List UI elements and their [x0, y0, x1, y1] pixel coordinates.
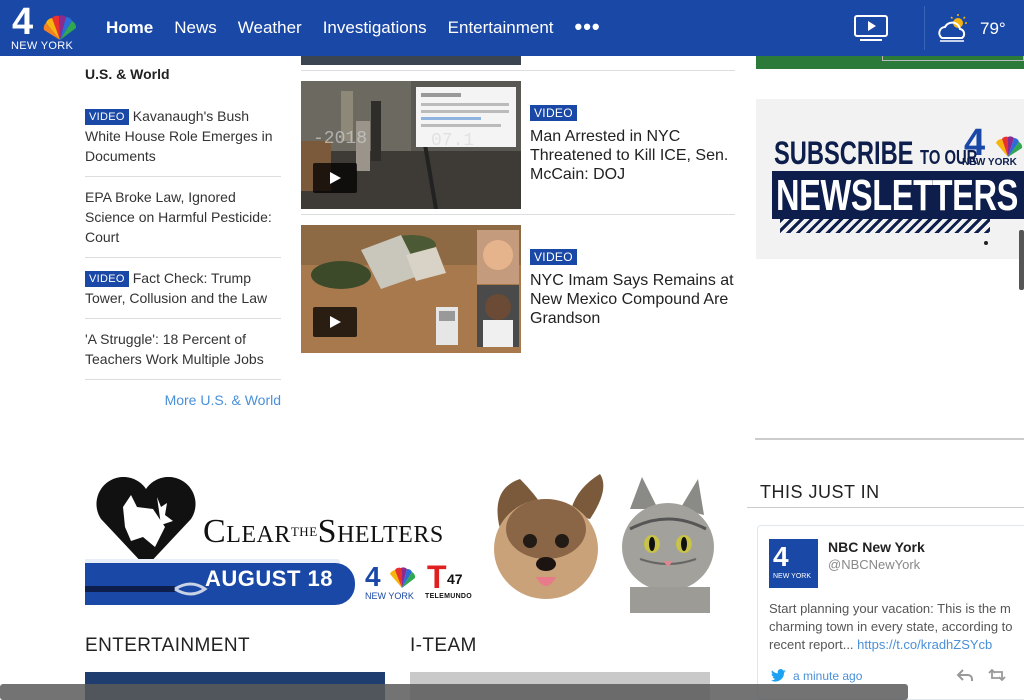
ad-subscribe-text: SUBSCRIBE TO OUR: [774, 135, 978, 171]
tweet-author[interactable]: NBC New York: [828, 539, 925, 555]
leash-icon: [85, 582, 208, 596]
video-badge: VIDEO: [85, 109, 129, 125]
avatar-number: 4: [773, 541, 789, 572]
logo-city: NEW YORK: [11, 40, 74, 52]
temperature[interactable]: 79°: [980, 19, 1006, 39]
svg-text:-2018: -2018: [313, 129, 367, 149]
section-title-us-world[interactable]: U.S. & World: [85, 66, 170, 82]
video-badge: VIDEO: [85, 271, 129, 287]
previous-story-thumbnail[interactable]: [301, 56, 521, 65]
tweet-handle[interactable]: @NBCNewYork: [828, 557, 920, 572]
telemundo-logo: T 47 TELEMUNDO: [425, 559, 475, 603]
peacock-icon: [390, 567, 416, 588]
scrollbar[interactable]: [1019, 230, 1024, 290]
section-title-entertainment[interactable]: ENTERTAINMENT: [85, 635, 250, 657]
clear-the-shelters-banner[interactable]: CLEARTHESHELTERS AUGUST 18 4 NEW YORK T …: [85, 469, 735, 613]
video-play-icon[interactable]: [854, 15, 888, 41]
nav-entertainment[interactable]: Entertainment: [448, 18, 554, 38]
newsletter-subscribe-ad[interactable]: SUBSCRIBE TO OUR 4 NEW YORK NEWSLETTERS: [756, 99, 1024, 259]
nbc4-logo: 4 NEW YORK: [365, 561, 423, 601]
tweet-text-line: recent report...: [769, 637, 854, 652]
telemundo-number: 47: [447, 571, 463, 587]
story-thumbnail[interactable]: -2018 07.1: [301, 81, 521, 209]
event-date: AUGUST 18: [205, 566, 333, 591]
page: 4 NEW YORK Home News Weather Investigati…: [0, 0, 1024, 700]
story-thumbnail[interactable]: [301, 225, 521, 353]
tweet-text-line: Start planning your vacation: This is th…: [769, 601, 1011, 616]
list-item[interactable]: VIDEO Fact Check: Trump Tower, Collusion …: [85, 268, 281, 319]
partly-cloudy-icon[interactable]: [936, 14, 970, 44]
divider: [301, 70, 735, 71]
main-nav: Home News Weather Investigations Enterta…: [106, 16, 601, 38]
list-item[interactable]: 'A Struggle': 18 Percent of Teachers Wor…: [85, 329, 281, 380]
video-badge: VIDEO: [530, 249, 577, 265]
more-dots-icon[interactable]: •••: [575, 16, 601, 38]
more-us-world-link[interactable]: More U.S. & World: [140, 392, 281, 408]
list-item[interactable]: EPA Broke Law, Ignored Science on Harmfu…: [85, 187, 281, 258]
tweet-card[interactable]: 4 NEW YORK NBC New York @NBCNewYork Star…: [757, 525, 1024, 700]
clear-the-shelters-title: CLEARTHESHELTERS: [203, 513, 444, 550]
avatar-city: NEW YORK: [773, 573, 811, 580]
divider: [301, 214, 735, 215]
story-title[interactable]: NYC Imam Says Remains at New Mexico Comp…: [530, 271, 735, 328]
nav-news[interactable]: News: [174, 18, 217, 38]
logo-number: 4: [365, 561, 381, 592]
nav-home[interactable]: Home: [106, 18, 153, 38]
top-right-ad[interactable]: [756, 56, 1024, 69]
this-just-in-title: THIS JUST IN: [760, 482, 880, 502]
us-world-story-list: VIDEO Kavanaugh's Bush White House Role E…: [85, 106, 281, 390]
divider: [747, 507, 1024, 508]
nav-divider: [924, 6, 925, 50]
divider: [755, 438, 1024, 440]
nbc4-logo: 4 NEW YORK: [962, 121, 1024, 169]
tweet-text-line: charming town in every state, according …: [769, 619, 1013, 634]
story-title[interactable]: Man Arrested in NYC Threatened to Kill I…: [530, 127, 735, 184]
reply-icon[interactable]: [956, 667, 974, 683]
horizontal-scrollbar[interactable]: [0, 684, 908, 700]
story-title[interactable]: 'A Struggle': 18 Percent of Teachers Wor…: [85, 331, 264, 367]
nav-weather[interactable]: Weather: [238, 18, 302, 38]
play-button[interactable]: [313, 163, 357, 193]
retweet-icon[interactable]: [988, 667, 1006, 683]
video-badge: VIDEO: [530, 105, 577, 121]
svg-text:07.1: 07.1: [431, 131, 474, 151]
avatar[interactable]: 4 NEW YORK: [769, 539, 818, 588]
logo-city: NEW YORK: [365, 591, 414, 601]
peacock-icon: [43, 15, 77, 41]
nav-investigations[interactable]: Investigations: [323, 18, 427, 38]
nbc-new-york-logo[interactable]: 4 NEW YORK: [10, 1, 82, 53]
play-button[interactable]: [313, 307, 357, 337]
logo-number: 4: [12, 1, 33, 43]
carousel-dot[interactable]: [984, 241, 988, 245]
telemundo-label: TELEMUNDO: [425, 593, 473, 600]
story-card-ice[interactable]: -2018 07.1 VIDEO Man Arrested in NYC Thr…: [301, 81, 735, 209]
ad-frame: [882, 56, 1024, 61]
telemundo-t: T: [427, 559, 447, 595]
story-card-imam[interactable]: VIDEO NYC Imam Says Remains at New Mexic…: [301, 225, 735, 353]
ad-hatch: [780, 219, 990, 233]
tweet-time[interactable]: a minute ago: [793, 669, 862, 683]
story-title[interactable]: EPA Broke Law, Ignored Science on Harmfu…: [85, 189, 272, 245]
heart-pets-icon: [96, 477, 196, 567]
ad-newsletters-text: NEWSLETTERS: [776, 171, 1018, 220]
ad-logo-city: NEW YORK: [962, 157, 1017, 168]
tweet-link[interactable]: https://t.co/kradhZSYcb: [857, 637, 992, 652]
list-item[interactable]: VIDEO Kavanaugh's Bush White House Role E…: [85, 106, 281, 177]
puppy-and-kitten-photo: [480, 469, 735, 613]
top-navigation-bar: 4 NEW YORK Home News Weather Investigati…: [0, 0, 1024, 56]
section-title-i-team[interactable]: I-TEAM: [410, 635, 477, 657]
twitter-bird-icon[interactable]: [771, 669, 787, 683]
tweet-text: Start planning your vacation: This is th…: [769, 600, 1024, 654]
